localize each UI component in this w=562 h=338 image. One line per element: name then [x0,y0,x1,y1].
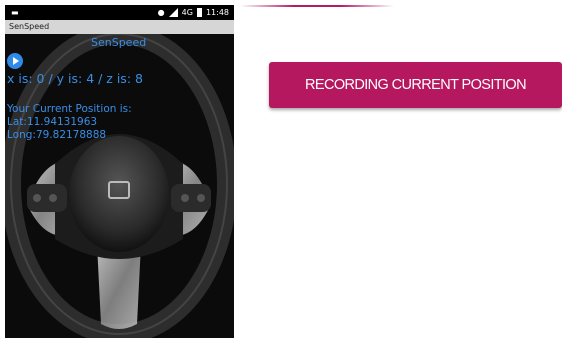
play-icon [13,57,19,65]
position-label: Your Current Position is: [7,103,132,115]
status-bar: ▬ ● 4G 11:48 [5,5,234,20]
app-titlebar: SenSpeed [5,20,234,34]
longitude-value: Long:79.82178888 [7,129,107,141]
recording-position-button[interactable]: RECORDING CURRENT POSITION [269,62,562,108]
location-icon: ● [157,8,165,17]
app-title: SenSpeed [91,36,147,49]
signal-icon [168,8,178,17]
notification-icon: ▬ [11,8,19,17]
phone-screenshot: ▬ ● 4G 11:48 SenSpeed SenSpeed x is: 0 /… [5,5,234,338]
network-label: 4G [181,8,193,17]
screen: ▬ ● 4G 11:48 SenSpeed SenSpeed x is: 0 /… [0,0,562,338]
latitude-value: Lat:11.94131963 [7,116,98,128]
battery-icon [196,8,202,17]
accelerometer-readout: x is: 0 / y is: 4 / z is: 8 [7,71,143,86]
play-button[interactable] [7,53,23,69]
decorative-divider [240,5,394,7]
status-time: 11:48 [205,8,229,17]
